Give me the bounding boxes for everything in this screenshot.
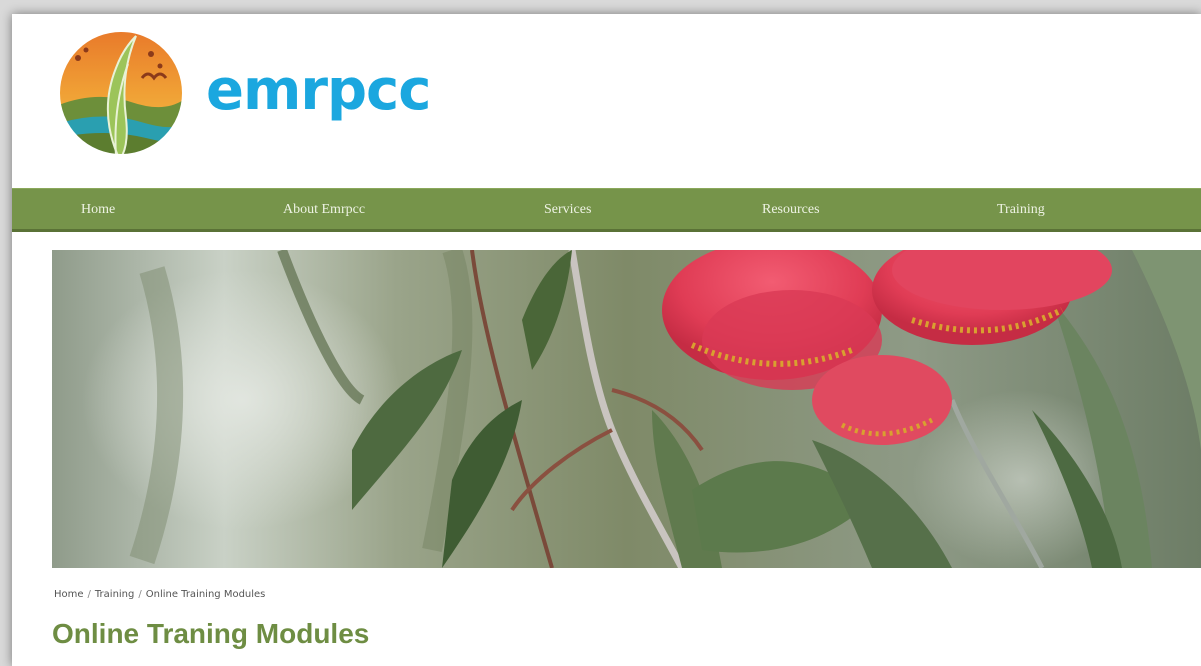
page-container: emrpcc Home About Emrpcc Services Resour…: [12, 14, 1201, 666]
brand-name: emrpcc: [206, 57, 431, 123]
breadcrumb: Home / Training / Online Training Modules: [54, 589, 265, 600]
nav-item-services[interactable]: Services: [544, 189, 591, 230]
breadcrumb-training[interactable]: Training: [95, 589, 134, 600]
nav-item-training[interactable]: Training: [997, 189, 1045, 230]
hero-banner: [52, 250, 1201, 568]
nav-item-about[interactable]: About Emrpcc: [283, 189, 365, 230]
nav-item-home[interactable]: Home: [81, 189, 115, 230]
nav-item-resources[interactable]: Resources: [762, 189, 820, 230]
breadcrumb-current: Online Training Modules: [145, 589, 266, 600]
site-logo[interactable]: emrpcc: [56, 28, 431, 158]
eucalyptus-flower-icon: [52, 250, 1201, 568]
main-nav: Home About Emrpcc Services Resources Tra…: [12, 188, 1201, 232]
page-title: Online Traning Modules: [52, 618, 370, 649]
breadcrumb-separator: /: [138, 589, 142, 600]
breadcrumb-home[interactable]: Home: [54, 589, 84, 600]
emrpcc-emblem-icon: [58, 30, 184, 156]
breadcrumb-separator: /: [87, 589, 91, 600]
